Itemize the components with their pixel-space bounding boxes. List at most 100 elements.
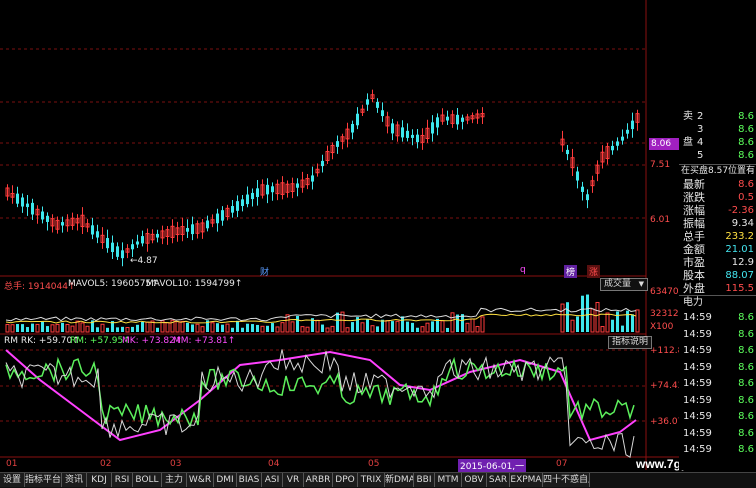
stat-label: 振幅 (683, 217, 705, 230)
tab-4[interactable]: RSI (112, 473, 133, 487)
tab-18[interactable]: OBV (462, 473, 487, 487)
volume-bar (391, 321, 394, 332)
volume-bar (600, 326, 605, 333)
candle-body (241, 199, 244, 206)
stat-row: 股本 88.07 (679, 269, 756, 282)
volume-bar (416, 327, 419, 332)
tab-13[interactable]: DPO (333, 473, 358, 487)
rm-line (5, 356, 635, 429)
tab-17[interactable]: MTM (435, 473, 462, 487)
candle-body (156, 233, 159, 238)
tab-6[interactable]: 主力 (162, 473, 187, 487)
stat-value: 0.5 (738, 192, 754, 203)
candle-body (436, 117, 439, 128)
status-line: 在买盘8.57位置有 (679, 164, 756, 176)
event-marker-rank[interactable]: 榜 (564, 265, 578, 278)
indicator-tab-bar: 设置 指标平台 资讯 KDJ RSI BOLL 主力 W&R DMI BIAS ASI VR ARBR D… (0, 472, 756, 488)
candle-body (31, 202, 34, 215)
tab-8[interactable]: DMI (214, 473, 237, 487)
event-marker-finance[interactable]: 财 (260, 265, 269, 278)
candle-body (221, 210, 224, 221)
volume-bar (116, 327, 119, 332)
tab-0[interactable]: 设置 (0, 473, 25, 487)
volume-bar (41, 321, 44, 332)
candle-body (256, 188, 259, 197)
candle-body (461, 117, 464, 122)
candle-body (26, 203, 29, 208)
order-row[interactable]: 卖 2 8.6 (679, 110, 756, 123)
trade-time: 14:59 (683, 345, 712, 356)
candle-body (401, 127, 404, 138)
order-row[interactable]: 盘 4 8.6 (679, 136, 756, 149)
candle-body (266, 184, 269, 195)
trade-time: 14:59 (683, 328, 712, 340)
candle-body (131, 244, 134, 250)
candle-body (96, 231, 99, 238)
event-marker-q[interactable]: q (520, 265, 526, 275)
candle-body (626, 129, 629, 134)
volume-bar (336, 312, 339, 332)
tab-12[interactable]: ARBR (304, 473, 333, 487)
stat-value: -2.36 (728, 205, 754, 216)
tab-11[interactable]: VR (283, 473, 304, 487)
tab-5[interactable]: BOLL (133, 473, 162, 487)
volume-indicator-select[interactable]: 成交量 ▼ (600, 278, 648, 291)
stat-value: 8.6 (738, 179, 754, 190)
trade-row: 14:59 8.6 (679, 361, 756, 374)
volume-bar (360, 322, 365, 333)
volume-bar (50, 324, 55, 333)
candle-body (206, 220, 209, 229)
volume-bar (131, 326, 134, 332)
volume-bar (180, 320, 185, 333)
tab-9[interactable]: BIAS (237, 473, 262, 487)
order-row[interactable]: 3 8.6 (679, 123, 756, 136)
tab-1[interactable]: 指标平台 (25, 473, 62, 487)
candle-body (46, 215, 49, 222)
candle-body (111, 242, 114, 253)
trade-price: 8.6 (738, 345, 754, 356)
tab-21[interactable]: 四十不惑自用 (543, 473, 590, 487)
volume-bar (46, 326, 49, 332)
candle-body (456, 114, 459, 125)
volume-bar (26, 327, 29, 332)
volume-bar (395, 320, 400, 333)
volume-bar (225, 323, 230, 333)
volume-bar (345, 327, 350, 333)
tab-3[interactable]: KDJ (87, 473, 112, 487)
volume-bar (186, 322, 189, 332)
candle-body (296, 183, 299, 188)
volume-tick-mid: 32312 (650, 309, 679, 319)
tab-7[interactable]: W&R (187, 473, 214, 487)
tab-15[interactable]: 新DMA (385, 473, 414, 487)
volume-bar (385, 320, 390, 333)
volume-bar (321, 324, 324, 332)
tab-20[interactable]: EXPMA (510, 473, 543, 487)
tab-19[interactable]: SAR (487, 473, 510, 487)
stat-row: 金额 21.01 (679, 243, 756, 256)
low-arrow-icon: ← (130, 256, 138, 266)
volume-bar (175, 321, 180, 333)
tab-2[interactable]: 资讯 (62, 473, 87, 487)
indicator-help-button[interactable]: 指标说明 (608, 336, 653, 349)
event-marker-rise[interactable]: 涨 (587, 265, 601, 278)
mm-label: MM: +73.81↑ (173, 336, 236, 346)
trade-price: 8.6 (738, 444, 754, 455)
volume-bar (576, 316, 579, 332)
chart-canvas[interactable] (0, 0, 756, 487)
tab-10[interactable]: ASI (262, 473, 283, 487)
tab-16[interactable]: BBI (414, 473, 435, 487)
order-row[interactable]: 5 8.6 (679, 149, 756, 162)
candle-body (106, 238, 109, 249)
volume-bar (465, 322, 470, 333)
volume-bar (325, 327, 330, 333)
volume-tick-top: 63470 (650, 287, 679, 297)
candle-body (41, 211, 44, 220)
volume-bar (431, 321, 434, 332)
indicator-lines (5, 349, 637, 458)
volume-tick-unit: X100 (650, 322, 674, 332)
stat-value: 115.5 (725, 283, 754, 294)
crosshair-date-label: 2015-06-01,一 (458, 459, 527, 472)
tab-14[interactable]: TRIX (358, 473, 385, 487)
volume-bar (470, 318, 475, 333)
volume-bar (560, 303, 565, 333)
